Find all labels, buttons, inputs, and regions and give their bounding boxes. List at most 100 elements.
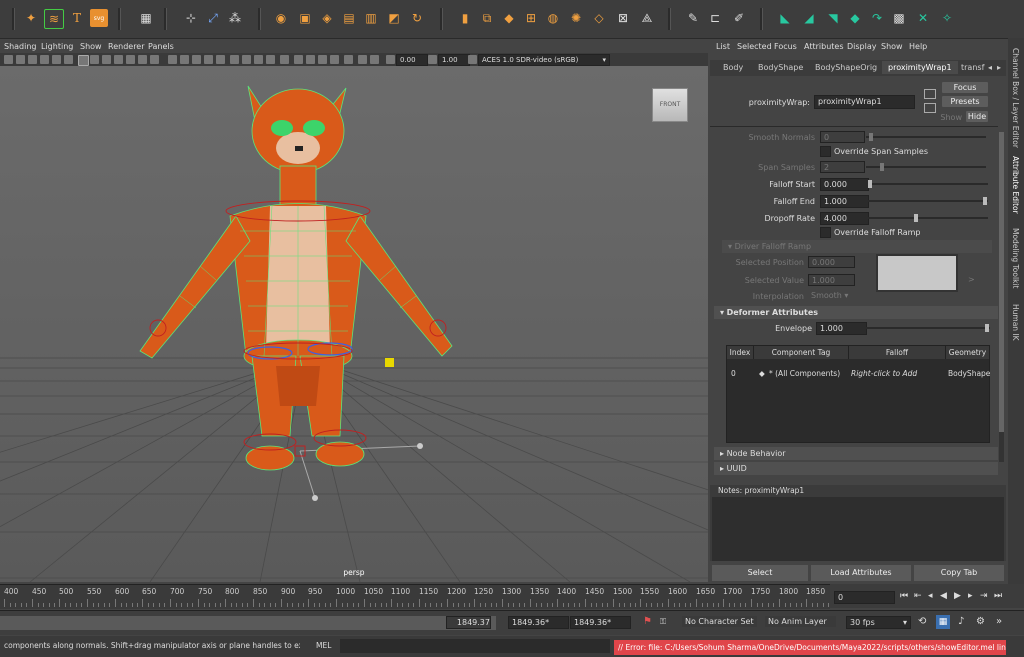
animation-end-field[interactable]: 1849.36*	[508, 616, 569, 629]
uv-rotate-icon[interactable]: ↷	[868, 9, 886, 27]
bridge-icon[interactable]: ▣	[296, 9, 314, 27]
checker-icon[interactable]: ▩	[890, 9, 908, 27]
pencil-icon[interactable]: ✎	[684, 9, 702, 27]
uv-snap-icon[interactable]: ✧	[938, 9, 956, 27]
slider-knob[interactable]	[914, 214, 918, 222]
notes-textarea[interactable]	[712, 497, 1004, 561]
tab-scroll-left-icon[interactable]: ◂	[988, 63, 992, 72]
table-header-index[interactable]: Index	[727, 346, 754, 359]
gate-mask-icon[interactable]	[114, 55, 123, 64]
menu-display[interactable]: Display	[847, 42, 877, 51]
insert-edge-icon[interactable]: ⧉	[478, 9, 496, 27]
falloff-ramp-preview[interactable]	[876, 254, 958, 292]
menu-list[interactable]: List	[716, 42, 730, 51]
component-tag-table[interactable]: Index Component Tag Falloff Geometry 0 ◆…	[726, 345, 990, 443]
range-track[interactable]	[0, 616, 496, 630]
expand-icon[interactable]: »	[996, 616, 1002, 627]
bookmark-icon[interactable]	[28, 55, 37, 64]
target-weld-icon[interactable]: ✺	[567, 9, 585, 27]
loop-icon[interactable]: ⟲	[918, 616, 926, 627]
motion-blur-icon[interactable]	[254, 55, 263, 64]
copy-tab-button[interactable]: Copy Tab	[914, 565, 1004, 581]
envelope-slider[interactable]	[866, 324, 990, 332]
combine-icon[interactable]: ◈	[318, 9, 336, 27]
menu-help[interactable]: Help	[909, 42, 927, 51]
backface-icon[interactable]	[344, 55, 353, 64]
uv-stitch-icon[interactable]: ✕	[914, 9, 932, 27]
smooth-icon[interactable]: ▥	[362, 9, 380, 27]
smooth-normals-field[interactable]: 0	[820, 131, 865, 143]
play-forwards-icon[interactable]: ▶	[954, 591, 961, 601]
interpolation-dropdown[interactable]: Smooth ▾	[808, 290, 863, 300]
dropoff-rate-slider[interactable]	[868, 214, 988, 222]
mirror-icon[interactable]: ◩	[385, 9, 403, 27]
tab-body[interactable]: Body	[723, 63, 743, 72]
ambient-occlusion-icon[interactable]	[242, 55, 251, 64]
span-samples-field[interactable]: 2	[820, 161, 865, 173]
step-forward-key-icon[interactable]: ⇥	[980, 591, 988, 601]
field-chart-icon[interactable]	[126, 55, 135, 64]
table-header-geometry[interactable]: Geometry	[946, 346, 989, 359]
safe-action-icon[interactable]	[138, 55, 147, 64]
image-plane-icon[interactable]	[40, 55, 49, 64]
step-back-key-icon[interactable]: ⇤	[914, 591, 922, 601]
uv-layout-icon[interactable]: ◣	[776, 9, 794, 27]
override-ramp-checkbox[interactable]	[820, 227, 831, 238]
slider-knob[interactable]	[869, 133, 873, 141]
time-slider[interactable]: 400 450 500 550 600 650 700 750 800 850 900 950 1000…	[0, 584, 830, 609]
tab-bodyshapeorig[interactable]: BodyShapeOrig	[815, 63, 877, 72]
sparkle-icon[interactable]: ✦	[22, 9, 40, 27]
select-button[interactable]: Select	[712, 565, 808, 581]
merge-icon[interactable]: ⟁	[638, 9, 656, 27]
two-d-pan-icon[interactable]	[52, 55, 61, 64]
go-to-end-icon[interactable]: ⏭	[994, 591, 1002, 601]
film-gate-icon[interactable]	[90, 55, 99, 64]
selected-value-field[interactable]: 1.000	[808, 274, 855, 286]
lights-icon[interactable]	[216, 55, 225, 64]
go-to-start-icon[interactable]: ⏮	[900, 591, 908, 601]
xray-components-icon[interactable]	[330, 55, 339, 64]
text-curve-icon[interactable]: ≋	[44, 9, 64, 29]
load-attributes-button[interactable]: Load Attributes	[811, 565, 911, 581]
command-input[interactable]	[340, 639, 610, 653]
textured-icon[interactable]	[204, 55, 213, 64]
table-header-component-tag[interactable]: Component Tag	[754, 346, 849, 359]
playback-end-field[interactable]: 1849.36*	[570, 616, 631, 629]
character-set-dropdown[interactable]: No Character Set	[682, 616, 757, 627]
snap-axis-icon[interactable]: ⊹	[182, 9, 200, 27]
menu-show[interactable]: Show	[881, 42, 903, 51]
menu-panels[interactable]: Panels	[148, 42, 174, 51]
slider-knob[interactable]	[983, 197, 987, 205]
paint-icon[interactable]: ✐	[730, 9, 748, 27]
output-connection-icon[interactable]	[924, 103, 936, 113]
mel-label[interactable]: MEL	[316, 641, 331, 650]
animation-prefs-icon[interactable]: ⚙	[976, 616, 985, 627]
hud-icon[interactable]	[358, 55, 367, 64]
menu-focus[interactable]: Focus	[774, 42, 797, 51]
slider-knob[interactable]	[868, 180, 872, 188]
tab-attribute-editor[interactable]: Attribute Editor	[1011, 156, 1020, 214]
scrollbar-track[interactable]	[999, 132, 1004, 462]
error-output[interactable]: // Error: file: C:/Users/Sohum Sharma/On…	[614, 640, 1006, 655]
reduce-icon[interactable]: ↻	[408, 9, 426, 27]
node-behavior-section[interactable]: ▸ Node Behavior	[714, 447, 998, 460]
tab-transform[interactable]: transf	[961, 63, 984, 72]
grid-toggle-icon[interactable]	[78, 55, 89, 66]
color-management-icon[interactable]	[370, 55, 379, 64]
falloff-start-slider[interactable]	[868, 180, 988, 188]
falloff-end-field[interactable]: 1.000	[820, 195, 869, 208]
deformer-attributes-section[interactable]: ▾ Deformer Attributes	[714, 306, 998, 319]
resolution-gate-icon[interactable]	[102, 55, 111, 64]
tab-proximitywrap1[interactable]: proximityWrap1	[882, 61, 958, 74]
override-span-checkbox[interactable]	[820, 146, 831, 157]
uv-editor-icon[interactable]: ⊏	[706, 9, 724, 27]
focus-button[interactable]: Focus	[942, 82, 988, 93]
shadows-icon[interactable]	[230, 55, 239, 64]
step-forward-icon[interactable]: ▸	[968, 591, 973, 601]
range-end-field[interactable]: 1849.37	[446, 616, 491, 629]
grease-pencil-icon[interactable]	[64, 55, 73, 64]
scrollbar-thumb[interactable]	[999, 132, 1004, 432]
tab-human-ik[interactable]: Human IK	[1011, 304, 1020, 341]
safe-title-icon[interactable]	[150, 55, 159, 64]
sound-icon[interactable]: ♪	[958, 616, 964, 627]
